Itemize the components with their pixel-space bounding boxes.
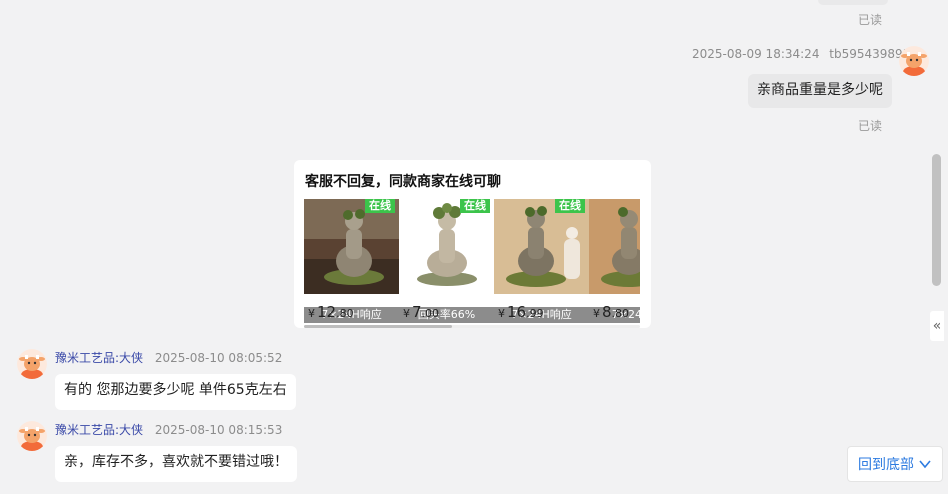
product-carousel[interactable]: 在线 7×24H响应 ¥12.80 在线 回头率66% ¥ 7.00 在线 7×… (304, 199, 640, 323)
cow-avatar-icon (17, 421, 47, 451)
product-item[interactable]: 在线 7×24H响应 ¥12.80 (304, 199, 399, 323)
read-status: 已读 (858, 13, 883, 27)
product-price: ¥12.80 (308, 303, 354, 321)
online-badge: 在线 (460, 199, 490, 213)
online-badge: 在线 (365, 199, 395, 213)
product-image (399, 199, 494, 294)
card-title: 客服不回复，同款商家在线可聊 (305, 174, 501, 190)
outgoing-message-meta: 2025-08-09 18:34:24 tb5954398910 (692, 47, 918, 61)
seller-avatar[interactable] (17, 349, 47, 379)
statue-image-icon (494, 199, 589, 294)
back-to-bottom-button[interactable]: 回到底部 (847, 446, 943, 482)
product-image (589, 199, 640, 294)
similar-shops-card[interactable]: 客服不回复，同款商家在线可聊 在线 7×24H响应 ¥ 12.80 在线 回头率… (294, 160, 651, 328)
cow-avatar-icon (899, 46, 929, 76)
message-sender[interactable]: 豫米工艺品:大侠 (55, 423, 143, 437)
chevron-down-icon (919, 460, 931, 469)
incoming-message-meta: 豫米工艺品:大侠 2025-08-10 08:05:52 (55, 349, 282, 366)
product-item[interactable]: 在线 回头率66% ¥7.00 (399, 199, 494, 323)
carousel-scroll-thumb[interactable] (304, 325, 452, 328)
incoming-message-bubble[interactable]: 有的 您那边要多少呢 单件65克左右 (55, 374, 296, 410)
product-price: ¥16.99 (498, 303, 544, 321)
statue-image-icon (399, 199, 494, 294)
seller-avatar[interactable] (17, 421, 47, 451)
chat-scroll-thumb[interactable] (932, 154, 941, 286)
incoming-message-meta: 豫米工艺品:大侠 2025-08-10 08:15:53 (55, 421, 282, 438)
carousel-scrollbar[interactable] (304, 325, 640, 328)
previous-message-bubble (818, 0, 888, 5)
message-timestamp: 2025-08-09 18:34:24 (692, 47, 820, 61)
incoming-message-bubble[interactable]: 亲，库存不多，喜欢就不要错过哦！ (55, 446, 297, 482)
product-image (304, 199, 399, 294)
product-item[interactable]: 在线 7×24H响应 ¥16.99 (494, 199, 589, 323)
outgoing-message-bubble[interactable]: 亲商品重量是多少呢 (748, 74, 892, 108)
statue-image-icon (304, 199, 399, 294)
product-price: ¥8.80 (593, 303, 630, 321)
product-item[interactable]: 7×24H响 ¥8.80 (589, 199, 640, 323)
message-timestamp: 2025-08-10 08:05:52 (154, 351, 283, 365)
statue-image-icon (589, 199, 640, 294)
product-image (494, 199, 589, 294)
cow-avatar-icon (17, 349, 47, 379)
online-badge: 在线 (555, 199, 585, 213)
message-sender[interactable]: 豫米工艺品:大侠 (55, 351, 143, 365)
product-price: ¥7.00 (403, 303, 440, 321)
back-to-bottom-label: 回到底部 (858, 457, 914, 473)
chat-area: 已读 2025-08-09 18:34:24 tb5954398910 亲商品重… (0, 0, 948, 494)
collapse-panel-button[interactable]: « (930, 311, 944, 341)
read-status: 已读 (858, 119, 883, 133)
message-timestamp: 2025-08-10 08:15:53 (154, 423, 283, 437)
user-avatar[interactable] (899, 46, 929, 76)
